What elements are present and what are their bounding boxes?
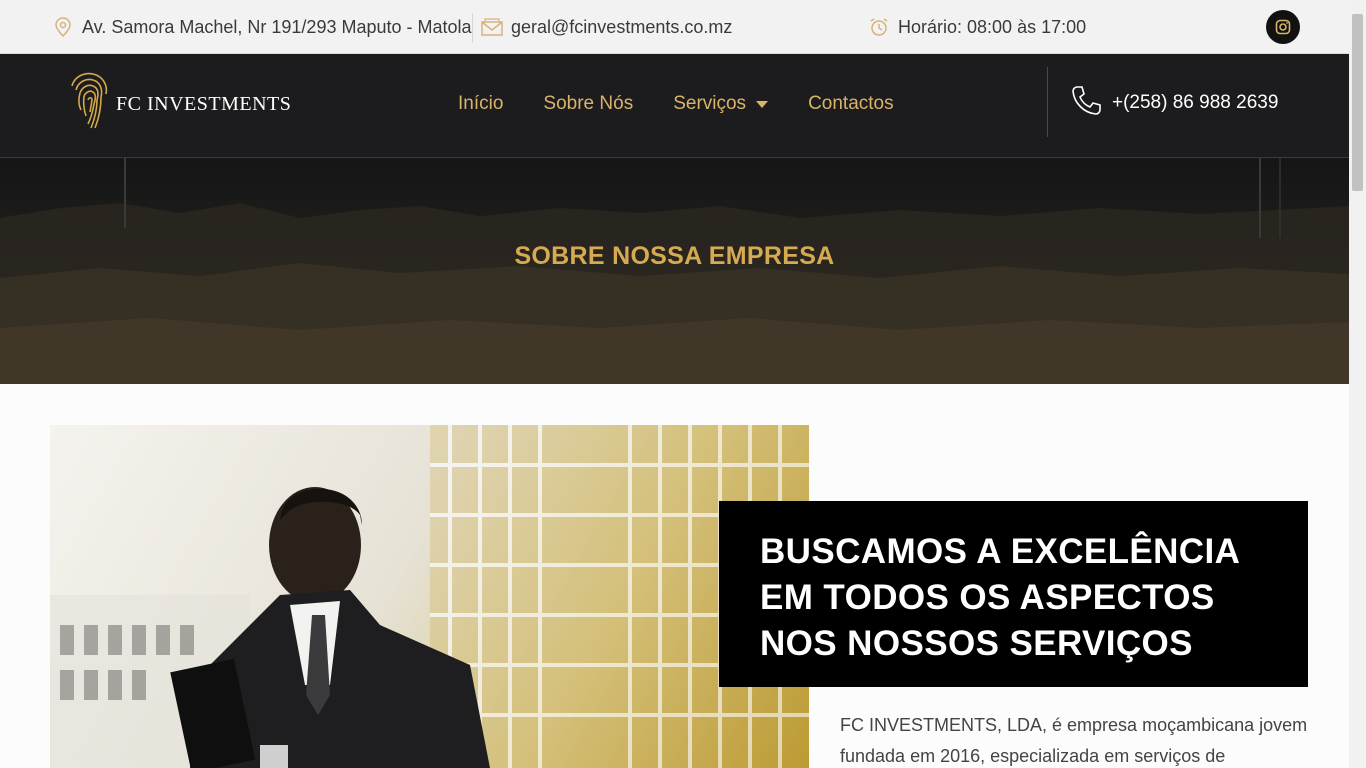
scrollbar-thumb[interactable] (1352, 14, 1363, 191)
nav-item-servicos[interactable]: Serviços (673, 93, 769, 115)
page-title: SOBRE NOSSA EMPRESA (514, 242, 835, 270)
businessman-photo (50, 425, 809, 768)
logo-text: FC INVESTMENTS (116, 92, 292, 115)
header-divider (1047, 67, 1048, 137)
fingerprint-logo-icon (71, 72, 108, 129)
section-headline: BUSCAMOS A EXCELÊNCIA EM TODOS OS ASPECT… (760, 532, 1239, 663)
instagram-button[interactable] (1266, 10, 1300, 44)
email-info[interactable]: geral@fcinvestments.co.mz (481, 0, 732, 54)
nav-item-sobre-nos[interactable]: Sobre Nós (543, 93, 633, 115)
about-section: BUSCAMOS A EXCELÊNCIA EM TODOS OS ASPECT… (0, 384, 1349, 768)
nav-item-inicio[interactable]: Início (458, 93, 503, 115)
logo[interactable]: FC INVESTMENTS (66, 70, 291, 132)
hero-banner: SOBRE NOSSA EMPRESA (0, 158, 1349, 384)
instagram-icon (1275, 19, 1291, 35)
page-scrollbar[interactable] (1349, 0, 1366, 768)
hours-text: Horário: 08:00 às 17:00 (898, 16, 1087, 37)
company-description: FC INVESTMENTS, LDA, é empresa moçambica… (840, 715, 1308, 766)
nav-item-servicos-label: Serviços (673, 93, 747, 114)
headline-box: BUSCAMOS A EXCELÊNCIA EM TODOS OS ASPECT… (719, 501, 1308, 687)
chevron-down-icon (756, 100, 769, 108)
phone-contact[interactable]: +(258) 86 988 2639 (1070, 84, 1278, 122)
top-info-bar: Av. Samora Machel, Nr 191/293 Maputo - M… (0, 0, 1349, 54)
phone-number[interactable]: +(258) 86 988 2639 (1112, 92, 1278, 114)
phone-icon (1070, 84, 1102, 122)
topbar-divider (472, 13, 473, 43)
hours-info: Horário: 08:00 às 17:00 (868, 0, 1086, 54)
hero-background-image (0, 158, 1349, 384)
address-info: Av. Samora Machel, Nr 191/293 Maputo - M… (52, 0, 472, 54)
envelope-icon (481, 16, 503, 38)
email-link[interactable]: geral@fcinvestments.co.mz (511, 17, 732, 38)
alarm-clock-icon (868, 16, 890, 38)
main-header: FC INVESTMENTS Início Sobre Nós Serviços… (0, 54, 1349, 158)
nav-item-contactos[interactable]: Contactos (808, 93, 894, 115)
map-pin-icon (52, 16, 74, 38)
main-nav: Início Sobre Nós Serviços Contactos (458, 54, 934, 154)
address-text: Av. Samora Machel, Nr 191/293 Maputo - M… (82, 16, 472, 37)
